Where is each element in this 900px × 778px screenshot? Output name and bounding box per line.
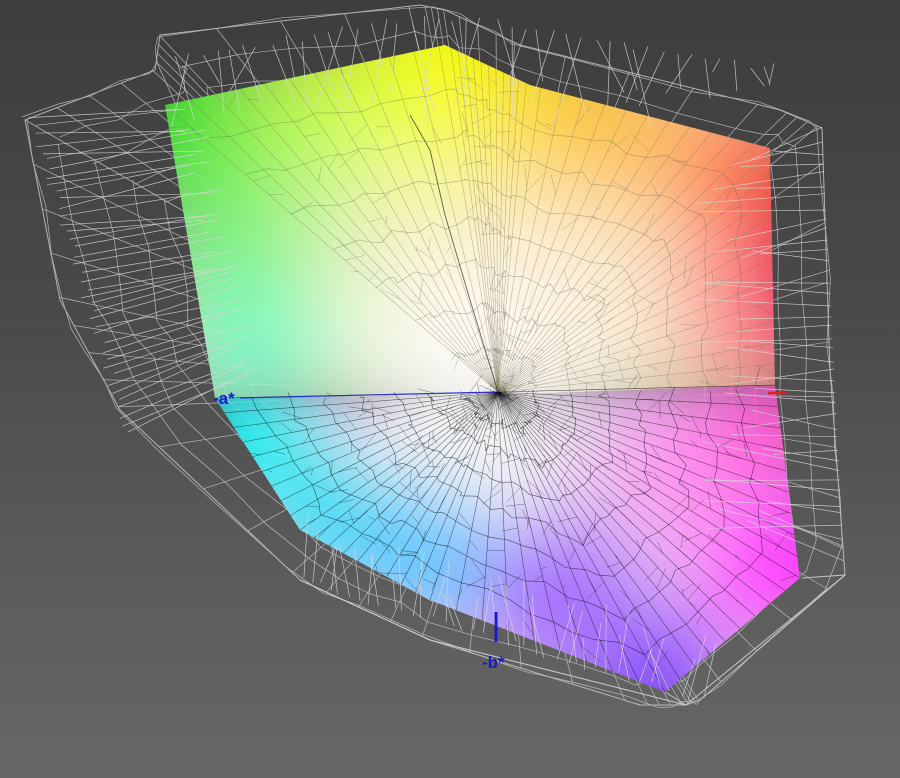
gamut-3d-scene: -a* -b* (21, 4, 846, 708)
neg-b-axis-label: -b* (482, 653, 505, 672)
gamut-3d-viewport[interactable]: -a* -b* (0, 0, 900, 778)
neg-a-axis-label: -a* (213, 389, 235, 408)
